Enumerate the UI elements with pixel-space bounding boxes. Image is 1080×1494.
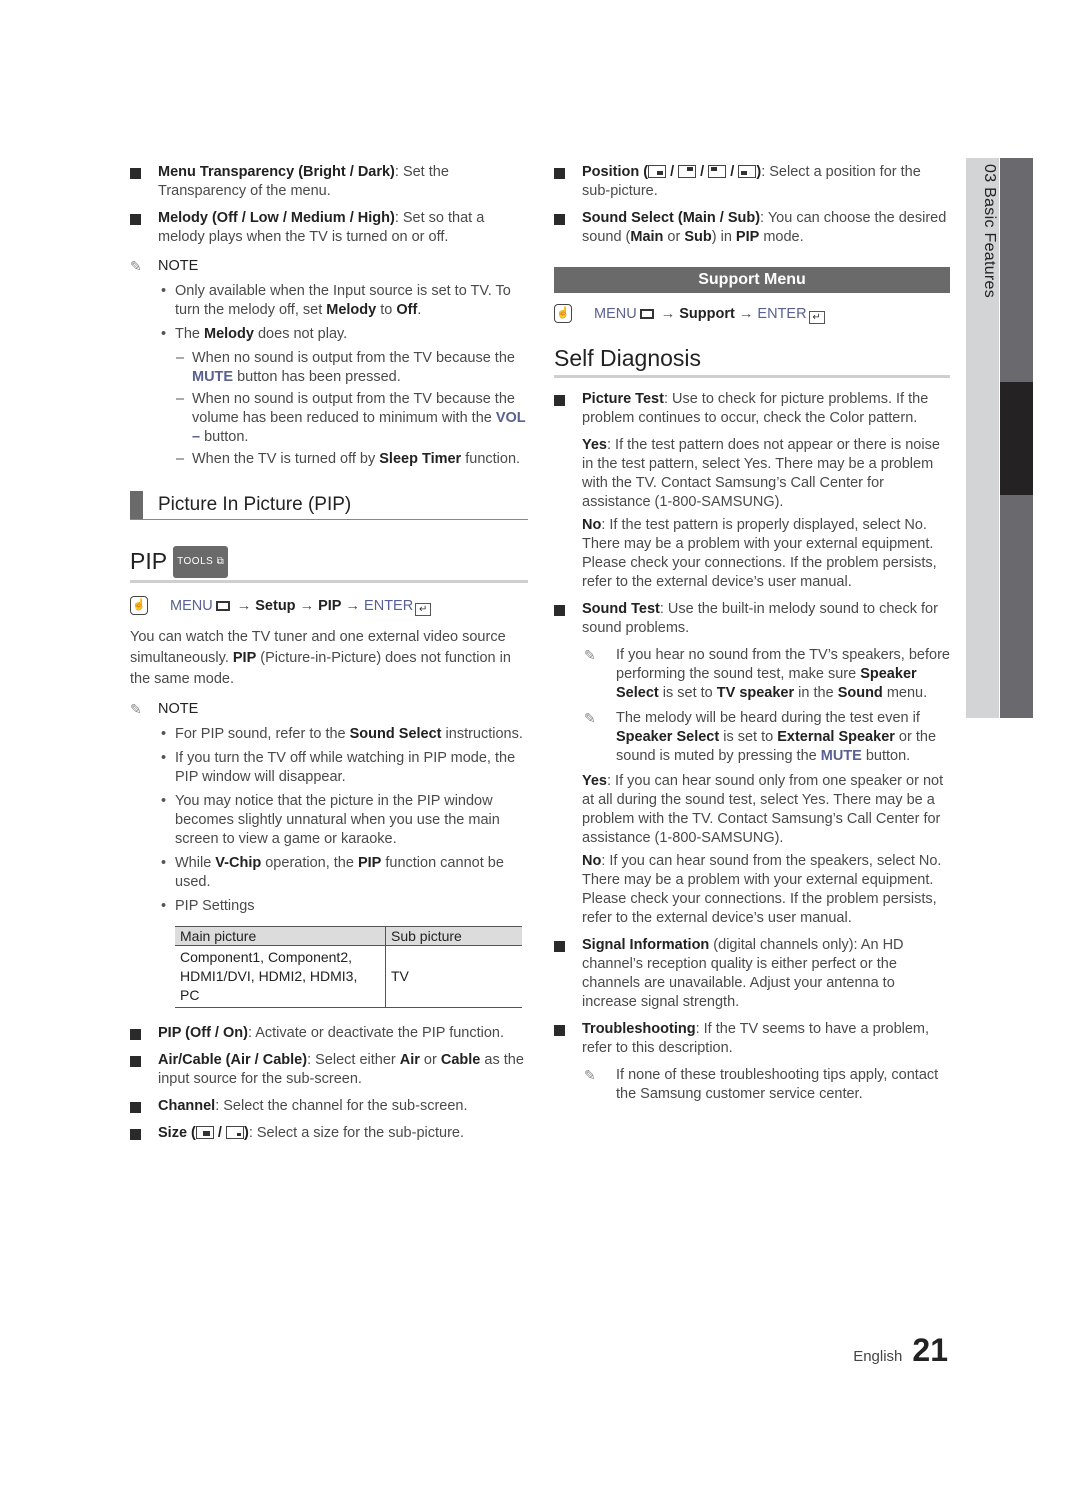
square-bullet-icon — [554, 168, 565, 179]
dash-bullet-icon: – — [176, 350, 185, 366]
dot-bullet-icon: • — [161, 750, 167, 766]
dash-item: – When the TV is turned off by Sleep Tim… — [176, 451, 521, 467]
air-cable-item: Air/Cable (Air / Cable): Select either A… — [130, 1051, 528, 1089]
signal-information-item: Signal Information (digital channels onl… — [554, 936, 950, 1012]
size-small-icon — [225, 1126, 244, 1139]
enter-icon: ↵ — [808, 311, 825, 324]
hand-press-icon: ☝ — [130, 596, 148, 615]
square-bullet-icon — [130, 1056, 141, 1067]
note-heading: ✎ NOTE — [130, 258, 199, 274]
picture-test-no: No: If the test pattern is properly disp… — [582, 517, 937, 590]
sound-select-item: Sound Select (Main / Sub): You can choos… — [554, 209, 950, 247]
enter-icon: ↵ — [415, 603, 432, 616]
right-column: Position ( / / / ): Select a position fo… — [554, 163, 950, 1110]
pencil-note-icon: ✎ — [130, 701, 142, 717]
sound-test-note: ✎ The melody will be heard during the te… — [584, 710, 937, 764]
note-bullet: • While V-Chip operation, the PIP functi… — [161, 855, 504, 890]
sound-test-no: No: If you can hear sound from the speak… — [582, 853, 942, 926]
table-row: Component1, Component2, HDMI1/DVI, HDMI2… — [175, 945, 522, 1008]
dot-bullet-icon: • — [161, 726, 167, 742]
channel-item: Channel: Select the channel for the sub-… — [130, 1097, 528, 1116]
tools-badge: TOOLS ⧉ — [173, 546, 229, 578]
pip-onoff-item: PIP (Off / On): Activate or deactivate t… — [130, 1024, 528, 1043]
square-bullet-icon — [130, 1129, 141, 1140]
sound-test-yes: Yes: If you can hear sound only from one… — [582, 773, 944, 846]
sound-test-item: Sound Test: Use the built-in melody soun… — [554, 600, 950, 638]
dot-bullet-icon: • — [161, 855, 167, 871]
section-bar-icon — [130, 491, 143, 519]
page-footer: English 21 — [853, 1332, 948, 1369]
size-large-icon — [195, 1126, 214, 1139]
pencil-note-icon: ✎ — [130, 258, 142, 274]
position-item: Position ( / / / ): Select a position fo… — [554, 163, 950, 201]
dot-bullet-icon: • — [161, 326, 167, 342]
note-bullet: • Only available when the Input source i… — [161, 283, 511, 318]
pencil-note-icon: ✎ — [584, 647, 596, 663]
square-bullet-icon — [130, 214, 141, 225]
dot-bullet-icon: • — [161, 283, 167, 299]
self-diagnosis-title: Self Diagnosis — [554, 343, 950, 378]
left-column: Menu Transparency (Bright / Dark): Set t… — [130, 163, 528, 1151]
chapter-strip-active-marker — [1000, 382, 1033, 495]
sound-test-note: ✎ If you hear no sound from the TV’s spe… — [584, 647, 950, 701]
size-item: Size ( / ): Select a size for the sub-pi… — [130, 1124, 528, 1143]
square-bullet-icon — [554, 395, 565, 406]
dash-bullet-icon: – — [176, 391, 185, 407]
square-bullet-icon — [130, 168, 141, 179]
picture-test-item: Picture Test: Use to check for picture p… — [554, 390, 950, 428]
troubleshooting-item: Troubleshooting: If the TV seems to have… — [554, 1020, 950, 1058]
troubleshooting-note: ✎ If none of these troubleshooting tips … — [584, 1067, 939, 1102]
menu-icon — [215, 601, 230, 611]
pencil-note-icon: ✎ — [584, 1067, 596, 1083]
note-bullet: • For PIP sound, refer to the Sound Sele… — [161, 726, 523, 742]
position-top-left-icon — [708, 165, 727, 178]
pip-settings-table: Main picture Sub picture Component1, Com… — [175, 926, 522, 1008]
position-bottom-right-icon — [648, 165, 667, 178]
footer-language: English — [853, 1348, 903, 1365]
position-top-right-icon — [678, 165, 697, 178]
hand-press-icon: ☝ — [554, 304, 572, 323]
table-header-row: Main picture Sub picture — [175, 926, 522, 946]
chapter-tab-label: 03 Basic Features — [981, 164, 998, 299]
note-bullet: • The Melody does not play. — [161, 326, 348, 342]
dot-bullet-icon: • — [161, 898, 167, 914]
menu-transparency-item: Menu Transparency (Bright / Dark): Set t… — [130, 163, 528, 201]
section-title-pip: Picture In Picture (PIP) — [130, 491, 528, 520]
melody-item: Melody (Off / Low / Medium / High): Set … — [130, 209, 528, 247]
table-header-main: Main picture — [175, 926, 386, 946]
dash-item: – When no sound is output from the TV be… — [176, 391, 526, 445]
picture-test-yes: Yes: If the test pattern does not appear… — [582, 437, 940, 510]
note-heading: ✎ NOTE — [130, 701, 199, 717]
pip-title: PIP TOOLS ⧉ — [130, 546, 528, 583]
position-bottom-left-icon — [738, 165, 757, 178]
dash-bullet-icon: – — [176, 451, 185, 467]
note-bullet: • If you turn the TV off while watching … — [161, 750, 516, 785]
menu-path: ☝ MENU → Setup → PIP → ENTER ↵ — [130, 595, 528, 617]
menu-path: ☝ MENU → Support → ENTER ↵ — [554, 303, 950, 325]
menu-icon — [639, 309, 654, 319]
note-bullet: • PIP Settings — [161, 898, 255, 914]
pencil-note-icon: ✎ — [584, 710, 596, 726]
dash-item: – When no sound is output from the TV be… — [176, 350, 515, 385]
support-menu-header: Support Menu — [554, 267, 950, 293]
square-bullet-icon — [554, 605, 565, 616]
table-cell-main: Component1, Component2, HDMI1/DVI, HDMI2… — [175, 945, 386, 1008]
table-cell-sub: TV — [385, 945, 522, 1008]
dot-bullet-icon: • — [161, 793, 167, 809]
square-bullet-icon — [130, 1102, 141, 1113]
pip-intro: You can watch the TV tuner and one exter… — [130, 629, 511, 687]
square-bullet-icon — [130, 1029, 141, 1040]
square-bullet-icon — [554, 214, 565, 225]
table-header-sub: Sub picture — [385, 926, 522, 946]
square-bullet-icon — [554, 1025, 565, 1036]
note-bullet: • You may notice that the picture in the… — [161, 793, 500, 847]
page-number: 21 — [912, 1332, 948, 1368]
square-bullet-icon — [554, 941, 565, 952]
